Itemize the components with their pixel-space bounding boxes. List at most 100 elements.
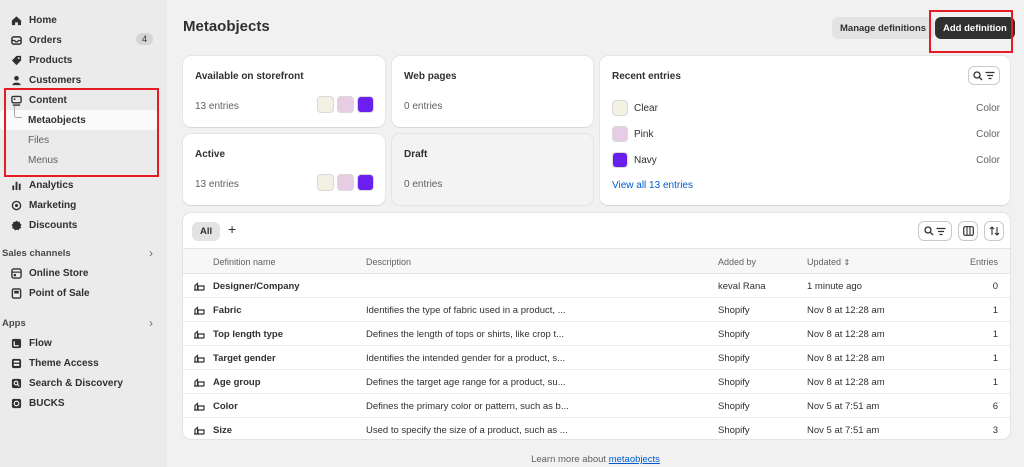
- definition-description: Identifies the intended gender for a pro…: [366, 353, 566, 364]
- color-swatch: [317, 174, 334, 191]
- column-header-entries[interactable]: Entries: [970, 257, 998, 267]
- card-count: 0 entries: [404, 179, 443, 190]
- page-title: Metaobjects: [183, 18, 270, 35]
- definition-description: Identifies the type of fabric used in a …: [366, 305, 566, 316]
- search-filter-button[interactable]: [968, 66, 1000, 85]
- tab-all[interactable]: All: [192, 222, 221, 241]
- chevron-right-icon: ›: [149, 316, 153, 330]
- sidebar-item-orders[interactable]: Orders 4: [0, 30, 167, 50]
- target-icon: [10, 199, 22, 211]
- definition-entries-count: 3: [992, 425, 998, 436]
- sidebar-item-theme-access[interactable]: Theme Access: [0, 353, 167, 373]
- store-icon: [10, 267, 22, 279]
- definition-name: Designer/Company: [213, 281, 300, 292]
- table-row[interactable]: Fabric Identifies the type of fabric used…: [183, 298, 1010, 322]
- card-title: Active: [195, 149, 226, 160]
- definition-name: Target gender: [213, 353, 276, 364]
- column-header-added-by[interactable]: Added by: [718, 257, 756, 267]
- columns-button[interactable]: [958, 221, 978, 241]
- color-swatch: [357, 174, 374, 191]
- person-icon: [10, 74, 22, 86]
- sidebar-item-flow[interactable]: Flow: [0, 333, 167, 353]
- sidebar-item-discounts[interactable]: Discounts: [0, 215, 167, 235]
- tag-icon: [10, 54, 22, 66]
- main-content: Metaobjects Manage definitions Add defin…: [167, 0, 1024, 467]
- recent-entries-title: Recent entries: [612, 71, 681, 82]
- sort-icon: [989, 226, 999, 236]
- filter-icon: [985, 71, 995, 80]
- definition-name: Fabric: [213, 305, 242, 316]
- card-count: 13 entries: [195, 179, 239, 190]
- sidebar-item-customers[interactable]: Customers: [0, 70, 167, 90]
- orders-icon: [10, 34, 22, 46]
- definition-entries-count: 6: [992, 401, 998, 412]
- sales-channels-label: Sales channels: [2, 247, 71, 259]
- definition-description: Defines the primary color or pattern, su…: [366, 401, 569, 412]
- sidebar-item-products[interactable]: Products: [0, 50, 167, 70]
- table-row[interactable]: Top length type Defines the length of top…: [183, 322, 1010, 346]
- definition-updated: 1 minute ago: [807, 281, 862, 292]
- sidebar-item-label: Products: [29, 54, 73, 66]
- table-row[interactable]: Size Used to specify the size of a produc…: [183, 418, 1010, 439]
- card-title: Web pages: [404, 71, 457, 82]
- sidebar-item-online-store[interactable]: Online Store: [0, 263, 167, 283]
- color-swatch: [337, 174, 354, 191]
- sidebar-item-bucks[interactable]: BUCKS: [0, 393, 167, 413]
- view-all-entries-link[interactable]: View all 13 entries: [612, 180, 693, 191]
- sidebar-item-point-of-sale[interactable]: Point of Sale: [0, 283, 167, 303]
- definition-description: Defines the target age range for a produ…: [366, 377, 566, 388]
- sidebar-item-marketing[interactable]: Marketing: [0, 195, 167, 215]
- sort-button[interactable]: [984, 221, 1004, 241]
- recent-entry-row[interactable]: Pink Color: [612, 125, 1000, 143]
- table-row[interactable]: Age group Defines the target age range fo…: [183, 370, 1010, 394]
- add-view-button[interactable]: +: [228, 221, 236, 237]
- color-swatches: [317, 174, 374, 191]
- column-header-updated[interactable]: Updated ⇕: [807, 257, 850, 267]
- definition-updated: Nov 5 at 7:51 am: [807, 425, 880, 436]
- sidebar-item-analytics[interactable]: Analytics: [0, 175, 167, 195]
- apps-label: Apps: [2, 317, 26, 329]
- color-swatch: [317, 96, 334, 113]
- manage-definitions-button[interactable]: Manage definitions: [832, 17, 935, 39]
- definition-added-by: Shopify: [718, 353, 750, 364]
- color-swatch: [612, 126, 628, 142]
- sidebar-item-label: Theme Access: [29, 357, 99, 369]
- column-header-description[interactable]: Description: [366, 257, 411, 267]
- definition-added-by: keval Rana: [718, 281, 766, 292]
- storefront-card[interactable]: Available on storefront 13 entries: [183, 56, 385, 127]
- color-swatch: [612, 100, 628, 116]
- filter-icon: [936, 227, 946, 235]
- sidebar-item-search-discovery[interactable]: Search & Discovery: [0, 373, 167, 393]
- sidebar-item-label: Analytics: [29, 179, 74, 191]
- metaobject-definition-icon: [194, 402, 205, 411]
- metaobject-definition-icon: [194, 354, 205, 363]
- color-swatch: [612, 152, 628, 168]
- recent-entry-row[interactable]: Clear Color: [612, 99, 1000, 117]
- card-title: Draft: [404, 149, 428, 160]
- metaobject-definition-icon: [194, 426, 205, 435]
- apps-header[interactable]: Apps ›: [0, 313, 167, 333]
- active-card[interactable]: Active 13 entries: [183, 134, 385, 205]
- definition-entries-count: 0: [992, 281, 998, 292]
- metaobjects-help-link[interactable]: metaobjects: [609, 454, 660, 465]
- home-icon: [10, 14, 22, 26]
- bar-chart-icon: [10, 179, 22, 191]
- entry-type: Color: [976, 128, 1000, 140]
- recent-entry-row[interactable]: Navy Color: [612, 151, 1000, 169]
- draft-card[interactable]: Draft 0 entries: [392, 134, 593, 205]
- sales-channels-header[interactable]: Sales channels ›: [0, 243, 167, 263]
- entry-name: Clear: [634, 102, 658, 114]
- table-row[interactable]: Color Defines the primary color or patter…: [183, 394, 1010, 418]
- definition-entries-count: 1: [992, 353, 998, 364]
- sidebar-item-home[interactable]: Home: [0, 10, 167, 30]
- table-row[interactable]: Target gender Identifies the intended gen…: [183, 346, 1010, 370]
- webpages-card[interactable]: Web pages 0 entries: [392, 56, 593, 127]
- recent-entries-card: Recent entries Clear Color Pink Color Na…: [600, 56, 1010, 205]
- column-header-name[interactable]: Definition name: [213, 257, 276, 267]
- definition-description: Defines the length of tops or shirts, li…: [366, 329, 565, 340]
- table-row[interactable]: Designer/Company keval Rana 1 minute ago 0: [183, 274, 1010, 298]
- orders-count-badge: 4: [135, 33, 153, 45]
- sidebar-item-label: Discounts: [29, 219, 78, 231]
- search-filter-button[interactable]: [918, 221, 952, 241]
- definition-name: Color: [213, 401, 238, 412]
